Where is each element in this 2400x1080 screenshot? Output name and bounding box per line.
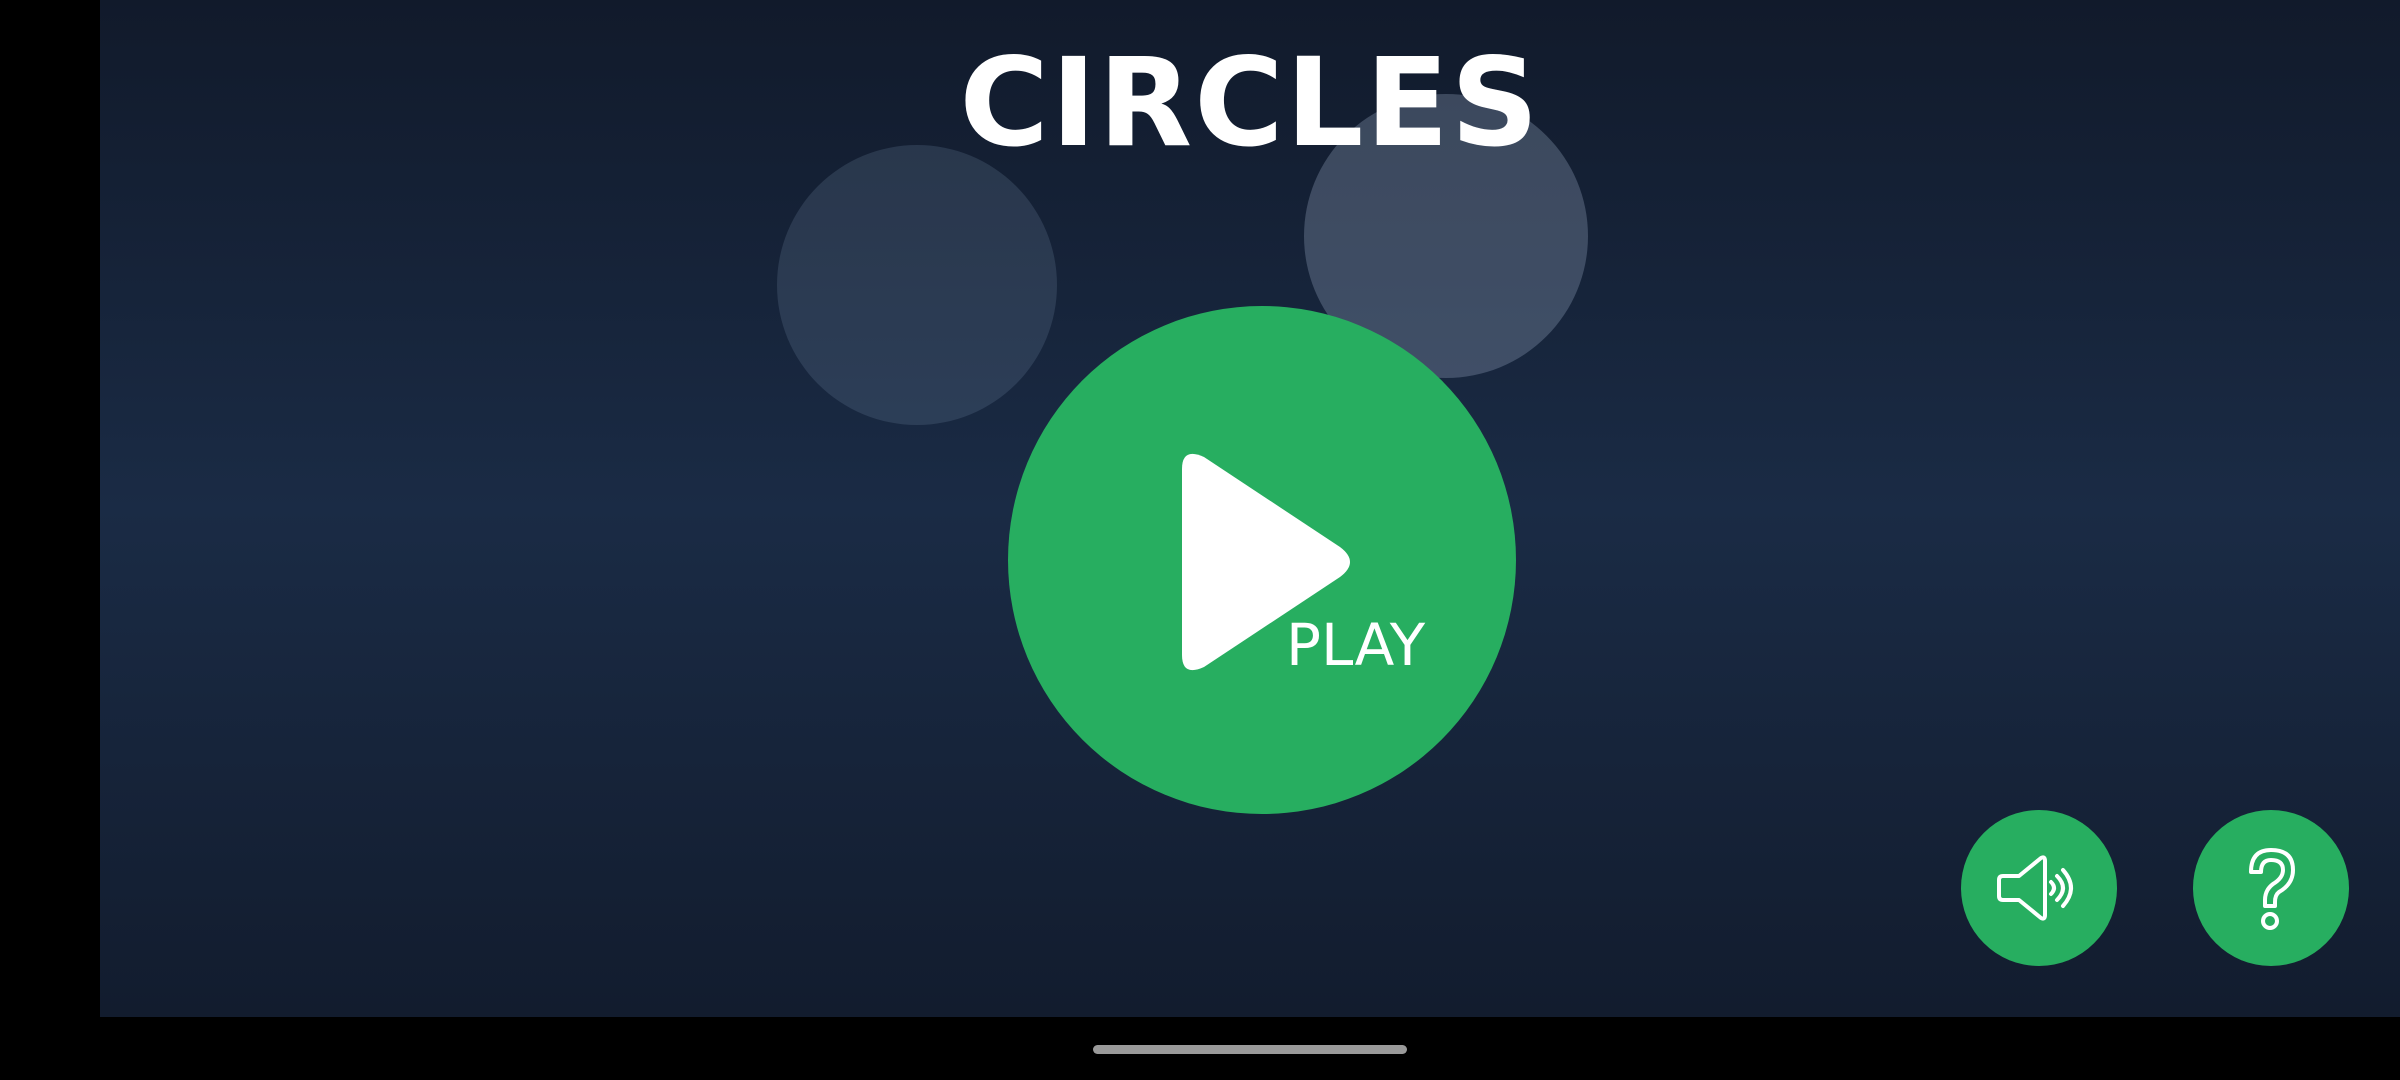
game-title: CIRCLES bbox=[959, 32, 1541, 174]
main-menu: CIRCLES PLAY bbox=[100, 0, 2400, 1017]
question-mark-icon bbox=[2249, 848, 2295, 930]
app-screen: CIRCLES PLAY bbox=[0, 0, 2400, 1080]
play-button[interactable]: PLAY bbox=[1008, 306, 1516, 814]
home-indicator[interactable] bbox=[1093, 1045, 1407, 1054]
play-label: PLAY bbox=[1286, 611, 1426, 679]
sound-button[interactable] bbox=[1961, 810, 2117, 966]
decorative-circle-left bbox=[777, 145, 1057, 425]
speaker-icon bbox=[1997, 855, 2073, 921]
help-button[interactable] bbox=[2193, 810, 2349, 966]
